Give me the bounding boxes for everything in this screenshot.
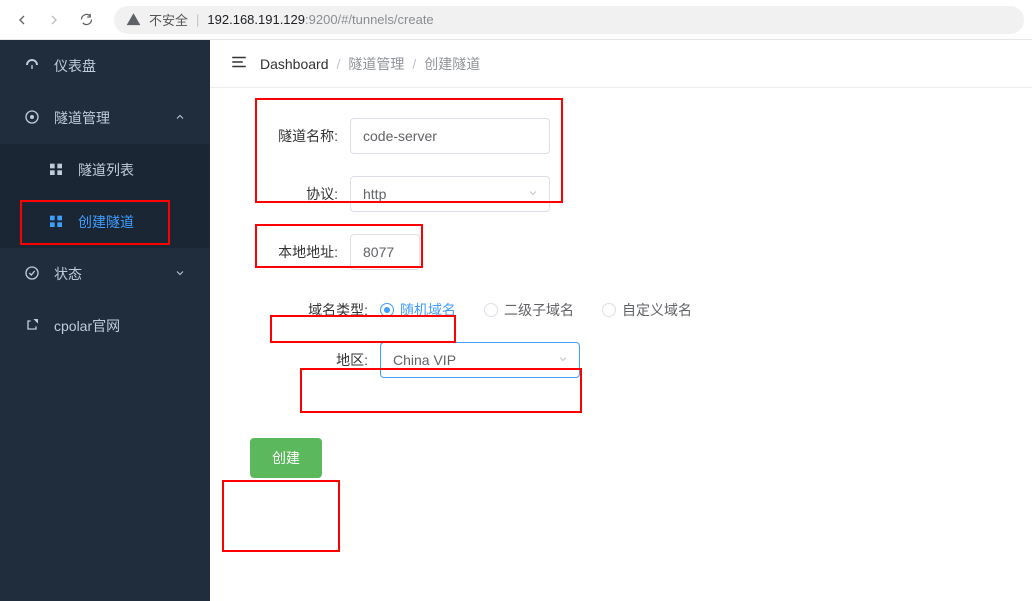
insecure-label: 不安全 [149, 10, 188, 29]
create-button[interactable]: 创建 [250, 438, 322, 478]
domain-type-radio-group: 随机域名 二级子域名 自定义域名 [380, 300, 692, 320]
back-button[interactable] [8, 6, 36, 34]
radio-icon [380, 303, 394, 317]
radio-custom-domain[interactable]: 自定义域名 [602, 300, 692, 320]
sidebar-toggle[interactable] [230, 53, 248, 74]
dashboard-icon [24, 57, 40, 76]
sidebar-item-tunnel-mgmt[interactable]: 隧道管理 [0, 92, 210, 144]
topbar: Dashboard / 隧道管理 / 创建隧道 [210, 40, 1032, 88]
chevron-down-icon [557, 352, 569, 368]
radio-icon [484, 303, 498, 317]
arrow-right-icon [46, 12, 62, 28]
radio-label: 二级子域名 [504, 300, 574, 320]
protocol-value: http [363, 186, 386, 202]
chevron-down-icon [174, 266, 186, 282]
local-addr-input[interactable] [350, 234, 420, 270]
sidebar-item-label: 状态 [54, 264, 82, 284]
status-icon [24, 265, 40, 284]
tunnel-name-input[interactable] [350, 118, 550, 154]
list-icon [48, 161, 64, 180]
region-label: 地区: [230, 350, 380, 370]
sidebar-item-label: 创建隧道 [78, 212, 134, 232]
forward-button[interactable] [40, 6, 68, 34]
protocol-select[interactable]: http [350, 176, 550, 212]
reload-button[interactable] [72, 6, 100, 34]
grid-icon [48, 213, 64, 232]
radio-icon [602, 303, 616, 317]
separator: | [196, 12, 199, 27]
breadcrumb-item[interactable]: 隧道管理 [348, 54, 404, 74]
sidebar-item-tunnel-list[interactable]: 隧道列表 [0, 144, 210, 196]
sidebar-item-label: cpolar官网 [54, 316, 120, 336]
sidebar-item-label: 隧道管理 [54, 108, 110, 128]
radio-random-domain[interactable]: 随机域名 [380, 300, 456, 320]
sidebar: 仪表盘 隧道管理 隧道列表 创建隧道 状态 [0, 40, 210, 601]
breadcrumb-item: 创建隧道 [424, 54, 480, 74]
breadcrumb-sep: / [337, 56, 341, 72]
browser-toolbar: 不安全 | 192.168.191.129:9200/#/tunnels/cre… [0, 0, 1032, 40]
sidebar-item-tunnel-create[interactable]: 创建隧道 [0, 196, 210, 248]
address-bar[interactable]: 不安全 | 192.168.191.129:9200/#/tunnels/cre… [114, 6, 1024, 34]
reload-icon [79, 12, 94, 27]
breadcrumb-sep: / [412, 56, 416, 72]
sidebar-item-status[interactable]: 状态 [0, 248, 210, 300]
main-content: Dashboard / 隧道管理 / 创建隧道 隧道名称: 协议: http 本… [210, 40, 1032, 601]
domain-type-label: 域名类型: [230, 300, 380, 320]
radio-label: 自定义域名 [622, 300, 692, 320]
chevron-up-icon [174, 110, 186, 126]
chevron-down-icon [527, 186, 539, 202]
tunnel-name-label: 隧道名称: [230, 126, 350, 146]
external-link-icon [24, 317, 40, 336]
breadcrumb: Dashboard / 隧道管理 / 创建隧道 [260, 54, 480, 74]
sidebar-item-label: 仪表盘 [54, 56, 96, 76]
region-value: China VIP [393, 352, 456, 368]
radio-label: 随机域名 [400, 300, 456, 320]
insecure-icon [126, 12, 141, 27]
region-select[interactable]: China VIP [380, 342, 580, 378]
hamburger-icon [230, 53, 248, 71]
url-text: 192.168.191.129:9200/#/tunnels/create [207, 12, 433, 27]
arrow-left-icon [14, 12, 30, 28]
sidebar-item-label: 隧道列表 [78, 160, 134, 180]
radio-second-domain[interactable]: 二级子域名 [484, 300, 574, 320]
sidebar-item-dashboard[interactable]: 仪表盘 [0, 40, 210, 92]
breadcrumb-item[interactable]: Dashboard [260, 56, 329, 72]
protocol-label: 协议: [230, 184, 350, 204]
local-addr-label: 本地地址: [230, 242, 350, 262]
sidebar-item-cpolar-site[interactable]: cpolar官网 [0, 300, 210, 352]
create-tunnel-form: 隧道名称: 协议: http 本地地址: 域名类型: 随机域名 [210, 88, 1032, 508]
tunnel-icon [24, 109, 40, 128]
